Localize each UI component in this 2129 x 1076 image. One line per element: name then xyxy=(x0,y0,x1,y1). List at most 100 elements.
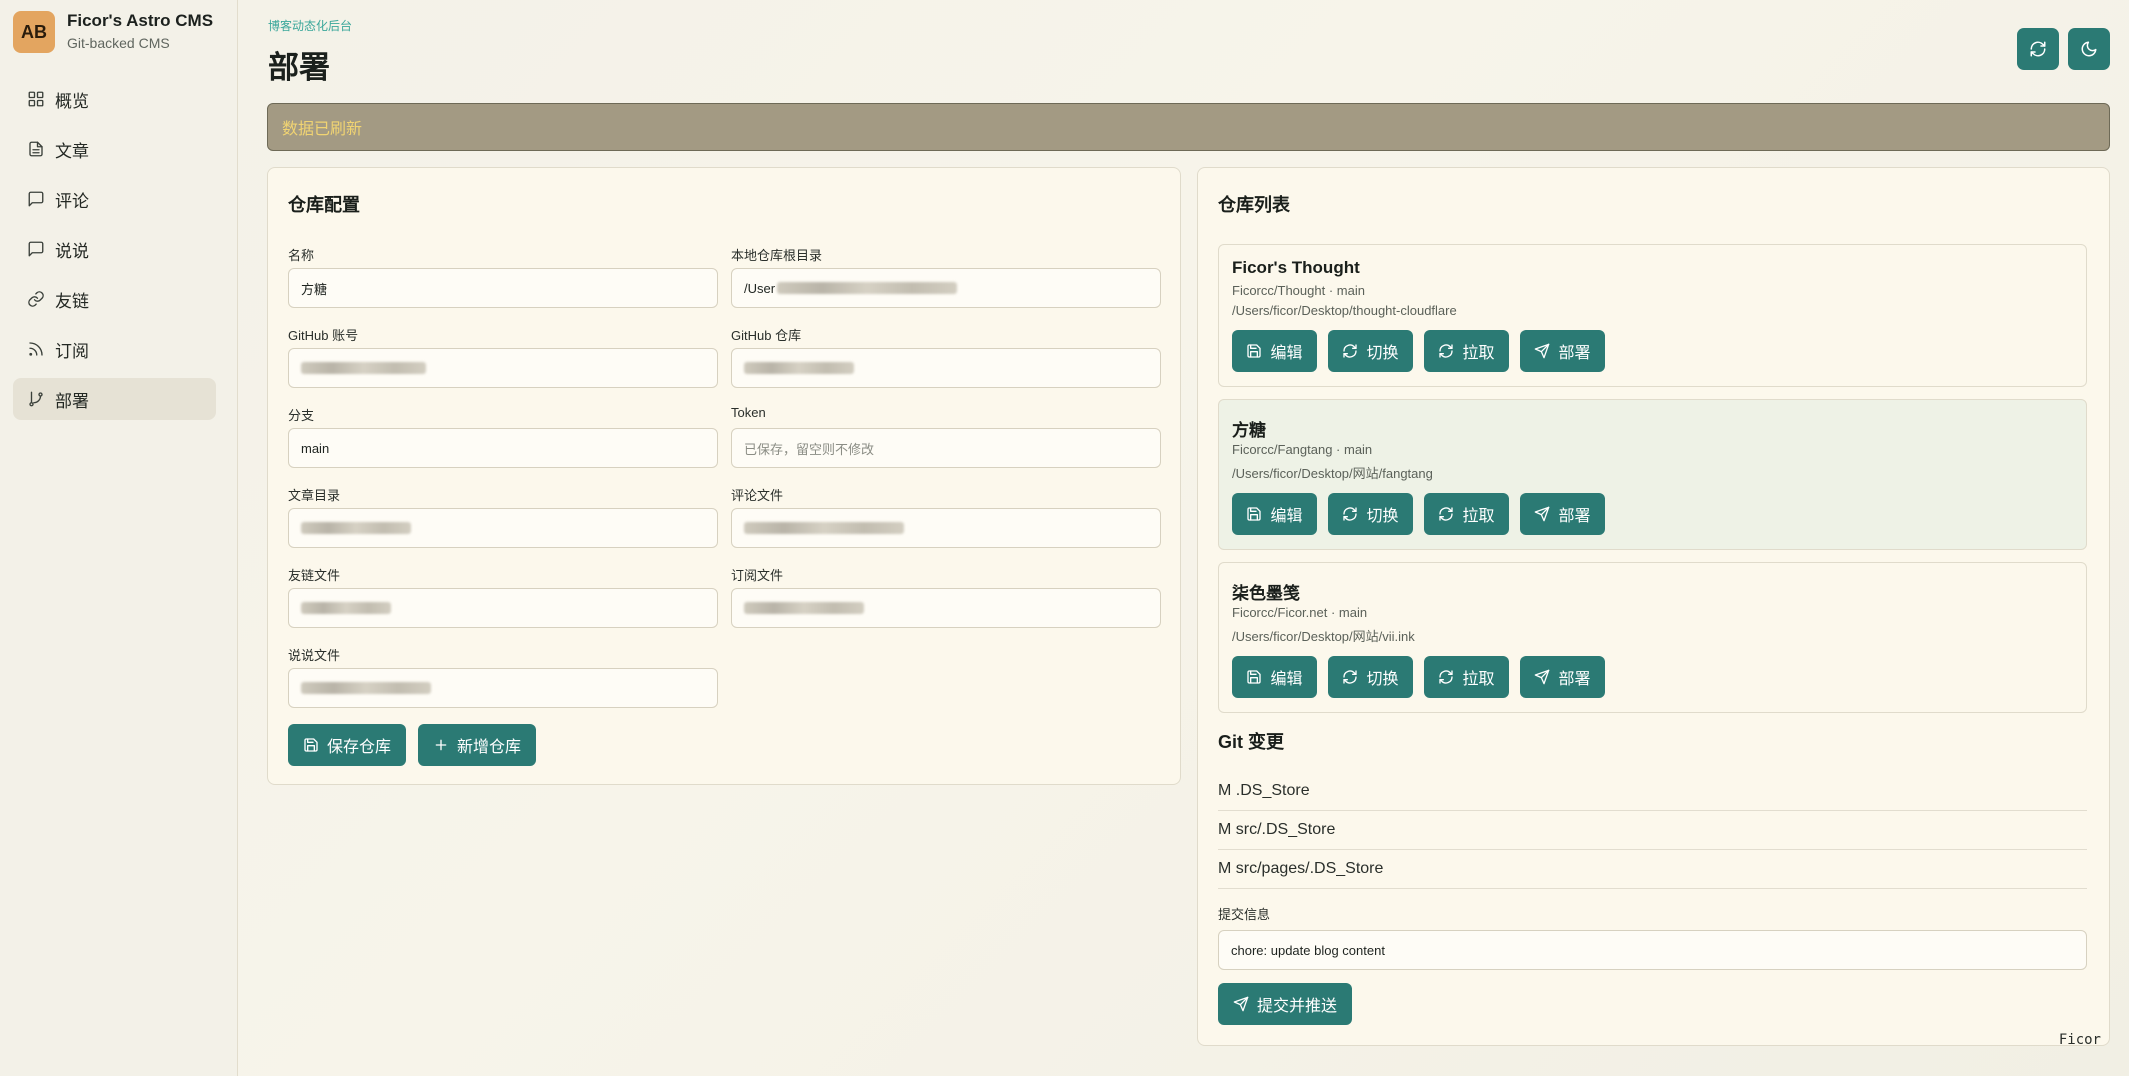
repo-name: Ficor's Thought xyxy=(1232,258,1360,277)
git-change-text: M src/.DS_Store xyxy=(1218,821,1336,838)
talk-file-input[interactable] xyxy=(288,668,718,708)
redacted-value xyxy=(301,362,426,374)
repo-name: 方糖 xyxy=(1232,421,1266,440)
sidebar-item-label: 部署 xyxy=(55,391,89,411)
repo-remote: Ficorcc/Thought · main xyxy=(1232,283,1365,298)
sidebar-nav: 概览 文章 评论 说说 友链 订阅 部署 xyxy=(13,78,216,428)
redacted-value xyxy=(744,522,904,534)
page-title: 部署 xyxy=(268,50,330,85)
repo-remote: Ficorcc/Fangtang · main xyxy=(1232,442,1373,457)
deploy-label: 部署 xyxy=(1558,345,1591,362)
sidebar-item-rss[interactable]: 订阅 xyxy=(13,328,216,370)
commit-message-label: 提交信息 xyxy=(1218,907,1271,922)
brand-logo: AB xyxy=(13,11,55,53)
link-icon xyxy=(28,291,44,307)
sidebar-item-comments[interactable]: 评论 xyxy=(13,178,216,220)
redacted-value xyxy=(744,362,854,374)
sidebar-item-talks[interactable]: 说说 xyxy=(13,228,216,270)
repo-list-title: 仓库列表 xyxy=(1218,195,1290,215)
name-value: 方糖 xyxy=(301,281,328,297)
save-repo-label: 保存仓库 xyxy=(326,739,391,756)
rss-file-input[interactable] xyxy=(731,588,1161,628)
edit-button[interactable]: 编辑 xyxy=(1232,330,1317,372)
token-input[interactable]: 已保存，留空则不修改 xyxy=(731,428,1161,468)
add-repo-label: 新增仓库 xyxy=(456,739,521,756)
send-icon xyxy=(1535,343,1550,359)
watermark: Ficor xyxy=(2058,1032,2101,1048)
root-dir-input[interactable]: /User xyxy=(731,268,1161,308)
edit-button[interactable]: 编辑 xyxy=(1232,656,1317,698)
sidebar-item-label: 评论 xyxy=(55,191,89,211)
deploy-button[interactable]: 部署 xyxy=(1520,330,1605,372)
repo-path: /Users/ficor/Desktop/网站/fangtang xyxy=(1232,466,1433,481)
send-icon xyxy=(1535,506,1550,522)
edit-label: 编辑 xyxy=(1270,671,1303,688)
name-input[interactable]: 方糖 xyxy=(288,268,718,308)
add-repo-button[interactable]: 新增仓库 xyxy=(418,724,536,766)
refresh-icon xyxy=(2030,41,2046,57)
repo-path: /Users/ficor/Desktop/thought-cloudflare xyxy=(1232,303,1457,318)
switch-button[interactable]: 切换 xyxy=(1328,493,1413,535)
repo-config-title: 仓库配置 xyxy=(288,195,360,215)
theme-toggle-button[interactable] xyxy=(2068,28,2110,70)
token-label: Token xyxy=(731,405,766,420)
redacted-value xyxy=(744,602,864,614)
pull-button[interactable]: 拉取 xyxy=(1424,330,1509,372)
deploy-button[interactable]: 部署 xyxy=(1520,656,1605,698)
commit-push-button[interactable]: 提交并推送 xyxy=(1218,983,1352,1025)
rss-icon xyxy=(29,342,43,356)
switch-label: 切换 xyxy=(1366,345,1399,362)
switch-button[interactable]: 切换 xyxy=(1328,330,1413,372)
repo-config-card: 仓库配置 名称 方糖 本地仓库根目录 /User GitHub 账号 GitHu… xyxy=(267,167,1181,785)
refresh-button[interactable] xyxy=(2017,28,2059,70)
edit-button[interactable]: 编辑 xyxy=(1232,493,1317,535)
repo-path: /Users/ficor/Desktop/网站/vii.ink xyxy=(1232,629,1415,644)
repo-item: 方糖 Ficorcc/Fangtang · main /Users/ficor/… xyxy=(1218,399,2087,550)
name-label: 名称 xyxy=(288,248,315,263)
sidebar-item-overview[interactable]: 概览 xyxy=(13,78,216,120)
brand-subtitle: Git-backed CMS xyxy=(67,35,170,51)
pull-label: 拉取 xyxy=(1462,671,1495,688)
github-repo-input[interactable] xyxy=(731,348,1161,388)
save-icon xyxy=(1247,507,1262,521)
friend-file-input[interactable] xyxy=(288,588,718,628)
post-dir-input[interactable] xyxy=(288,508,718,548)
token-placeholder: 已保存，留空则不修改 xyxy=(744,441,875,457)
commit-message-input[interactable]: chore: update blog content xyxy=(1218,930,2087,970)
root-dir-label: 本地仓库根目录 xyxy=(731,248,823,263)
refresh-icon xyxy=(1343,670,1358,684)
alert-banner: 数据已刷新 xyxy=(267,103,2110,151)
git-change-text: M .DS_Store xyxy=(1218,782,1310,799)
save-icon xyxy=(304,738,318,752)
repo-list-card: 仓库列表 Ficor's Thought Ficorcc/Thought · m… xyxy=(1197,167,2110,1046)
edit-label: 编辑 xyxy=(1270,508,1303,525)
switch-label: 切换 xyxy=(1366,671,1399,688)
comment-file-input[interactable] xyxy=(731,508,1161,548)
repo-item: Ficor's Thought Ficorcc/Thought · main /… xyxy=(1218,244,2087,387)
friend-file-label: 友链文件 xyxy=(288,568,341,583)
deploy-button[interactable]: 部署 xyxy=(1520,493,1605,535)
save-icon xyxy=(1247,670,1262,684)
alert-text: 数据已刷新 xyxy=(282,121,363,138)
pull-label: 拉取 xyxy=(1462,345,1495,362)
sidebar-item-links[interactable]: 友链 xyxy=(13,278,216,320)
edit-label: 编辑 xyxy=(1270,345,1303,362)
github-account-input[interactable] xyxy=(288,348,718,388)
brand[interactable]: AB Ficor's Astro CMS Git-backed CMS xyxy=(13,11,213,53)
rss-file-label: 订阅文件 xyxy=(731,568,784,583)
send-icon xyxy=(1535,669,1550,685)
comment-file-label: 评论文件 xyxy=(731,488,784,503)
sidebar-item-deploy[interactable]: 部署 xyxy=(13,378,216,420)
sidebar-item-label: 友链 xyxy=(55,291,89,311)
commit-push-label: 提交并推送 xyxy=(1256,998,1337,1015)
refresh-icon xyxy=(1439,670,1454,684)
save-repo-button[interactable]: 保存仓库 xyxy=(288,724,406,766)
pull-button[interactable]: 拉取 xyxy=(1424,656,1509,698)
sidebar-item-posts[interactable]: 文章 xyxy=(13,128,216,170)
talk-file-label: 说说文件 xyxy=(288,648,341,663)
branch-input[interactable]: main xyxy=(288,428,718,468)
switch-button[interactable]: 切换 xyxy=(1328,656,1413,698)
deploy-label: 部署 xyxy=(1558,508,1591,525)
sidebar-item-label: 说说 xyxy=(55,241,89,261)
pull-button[interactable]: 拉取 xyxy=(1424,493,1509,535)
